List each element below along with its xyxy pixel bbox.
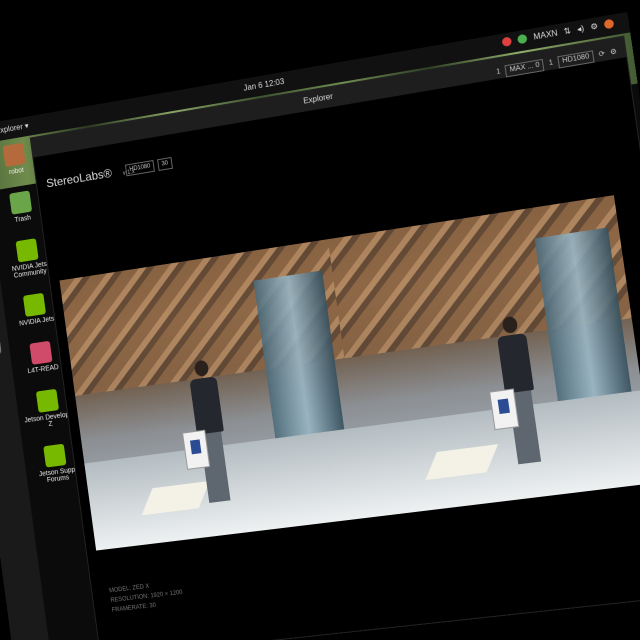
sel1-label: 1 — [495, 68, 502, 76]
settings-icon[interactable]: ⚙ — [590, 21, 599, 31]
right-camera-view — [327, 195, 640, 518]
desktop-icon-label: robot — [8, 167, 25, 177]
desktop-icon-label: NVIDIA Jets Community — [11, 261, 48, 280]
notification-icon[interactable] — [501, 36, 513, 48]
mode-select[interactable]: MAX ... 0 — [504, 58, 545, 78]
camera-info: MODEL: ZED X RESOLUTION: 1920 × 1200 FRA… — [109, 578, 185, 616]
settings-icon[interactable]: ⚙ — [609, 42, 619, 64]
monitor-display: ties ZED_Explorer ▾ Jan 6 12:03 MAXN ⇅ ◂… — [0, 11, 640, 640]
folder-icon — [2, 142, 26, 168]
camera-select[interactable]: HD1080 — [557, 50, 595, 69]
desktop-screen: ties ZED_Explorer ▾ Jan 6 12:03 MAXN ⇅ ◂… — [0, 0, 640, 640]
app-menu[interactable]: ZED_Explorer ▾ — [0, 121, 29, 139]
brand-logo: StereoLabs® — [45, 166, 113, 191]
desktop-icon-label: Jetson Supp Forums — [38, 466, 76, 485]
power-mode-label[interactable]: MAXN — [533, 28, 558, 41]
held-board — [182, 429, 211, 470]
window-title: Explorer — [302, 91, 334, 106]
readme-icon — [29, 340, 53, 365]
fps-select[interactable]: 30 — [157, 157, 173, 171]
trash-icon — [9, 190, 33, 215]
sel2-label: 1 — [548, 59, 554, 68]
refresh-icon[interactable]: ⟳ — [597, 44, 606, 65]
menu-icon[interactable] — [603, 18, 615, 30]
nvidia-icon — [35, 388, 60, 413]
nvidia-icon — [43, 443, 67, 468]
desktop-icon-label: NVIDIA Jets — [18, 315, 55, 328]
desktop-icon-label: Trash — [14, 214, 32, 224]
power-mode-icon[interactable] — [517, 33, 528, 45]
held-board — [489, 388, 520, 431]
brand-header: StereoLabs® v 1.x — [45, 162, 135, 190]
volume-icon[interactable]: ◂) — [576, 24, 584, 34]
stereo-video-view[interactable] — [59, 195, 640, 551]
explorer-window: Explorer 1 MAX ... 0 1 HD1080 ⟳ ⚙ Stereo… — [29, 35, 640, 640]
drive-icon[interactable]: ▭ — [0, 333, 2, 358]
desktop-icon-label: L4T-READ — [27, 364, 60, 376]
left-camera-view — [59, 239, 367, 551]
nvidia-icon — [22, 292, 47, 317]
network-icon[interactable]: ⇅ — [563, 26, 571, 36]
nvidia-icon — [15, 238, 39, 263]
clock[interactable]: Jan 6 12:03 — [243, 77, 285, 93]
stream-settings: HD1080 30 — [124, 157, 173, 177]
window-titlebar[interactable]: Explorer 1 MAX ... 0 1 HD1080 ⟳ ⚙ — [30, 36, 627, 158]
